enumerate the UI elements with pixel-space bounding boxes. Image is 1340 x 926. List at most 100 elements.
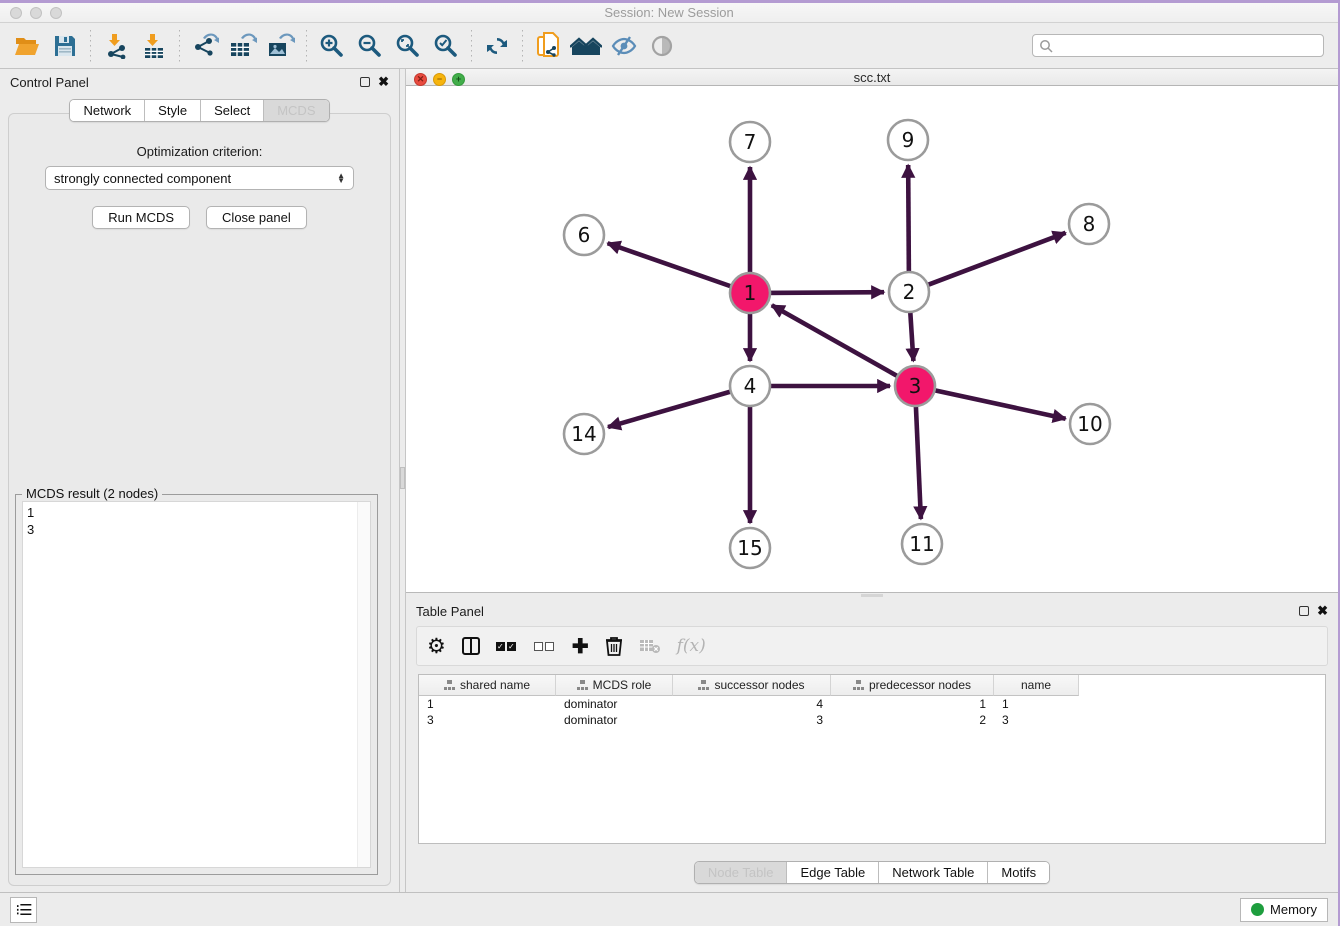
- save-session-icon[interactable]: [46, 28, 84, 64]
- graph-edge-1-6[interactable]: [608, 243, 737, 288]
- add-column-icon[interactable]: ✚: [572, 632, 589, 660]
- graph-node-label: 8: [1083, 212, 1096, 236]
- export-image-icon[interactable]: [262, 28, 300, 64]
- network-window-title: scc.txt: [854, 70, 891, 85]
- graph-node-8[interactable]: 8: [1069, 204, 1109, 244]
- graph-edge-3-1[interactable]: [772, 305, 903, 379]
- hide-selected-icon[interactable]: [605, 28, 643, 64]
- column-header-MCDS-role[interactable]: MCDS role: [556, 675, 673, 696]
- close-panel-button[interactable]: Close panel: [206, 206, 307, 229]
- graph-node-1[interactable]: 1: [730, 273, 770, 313]
- refresh-icon[interactable]: [478, 28, 516, 64]
- maximize-window-button[interactable]: [50, 7, 62, 19]
- tab-network-table[interactable]: Network Table: [879, 862, 988, 883]
- graph-edge-4-14[interactable]: [608, 390, 737, 427]
- column-header-predecessor-nodes[interactable]: predecessor nodes: [831, 675, 994, 696]
- network-close-icon[interactable]: ✕: [414, 73, 427, 86]
- export-network-icon[interactable]: [186, 28, 224, 64]
- settings-gear-icon[interactable]: ⚙: [427, 632, 446, 660]
- titlebar: Session: New Session: [0, 3, 1338, 23]
- graph-edge-2-8[interactable]: [922, 233, 1066, 287]
- search-field[interactable]: [1032, 34, 1324, 57]
- vertical-splitter[interactable]: [399, 69, 406, 892]
- toolbar-separator: [90, 30, 91, 62]
- table-row[interactable]: 1dominator411: [419, 696, 1325, 712]
- float-panel-icon[interactable]: [1299, 606, 1309, 616]
- graph-edge-2-3[interactable]: [910, 306, 914, 361]
- close-window-button[interactable]: [10, 7, 22, 19]
- search-input[interactable]: [1053, 39, 1317, 53]
- graph-node-label: 15: [737, 536, 762, 560]
- graph-node-14[interactable]: 14: [564, 414, 604, 454]
- network-minimize-icon[interactable]: −: [433, 73, 446, 86]
- table-cell: 3: [419, 712, 556, 728]
- graph-node-7[interactable]: 7: [730, 122, 770, 162]
- deselect-all-icon[interactable]: [534, 632, 556, 660]
- tab-mcds[interactable]: MCDS: [264, 100, 328, 121]
- tab-style[interactable]: Style: [145, 100, 201, 121]
- column-header-successor-nodes[interactable]: successor nodes: [673, 675, 831, 696]
- graph-node-label: 7: [744, 130, 757, 154]
- close-panel-icon[interactable]: ✖: [378, 77, 389, 87]
- graph-edge-1-2[interactable]: [764, 292, 884, 293]
- graph-node-2[interactable]: 2: [889, 272, 929, 312]
- table-cell: 2: [831, 712, 994, 728]
- list-icon: ⁝☰: [15, 901, 31, 919]
- splitter-grip[interactable]: [400, 467, 405, 489]
- result-scrollbar[interactable]: [357, 502, 370, 867]
- control-panel-tabs: NetworkStyleSelectMCDS: [69, 99, 329, 122]
- network-canvas[interactable]: 7 9 6 8 1 2 4 3 14 10 15 11: [406, 86, 1338, 592]
- delete-column-icon[interactable]: [605, 632, 623, 660]
- float-panel-icon[interactable]: [360, 77, 370, 87]
- task-history-button[interactable]: ⁝☰: [10, 897, 37, 923]
- memory-button[interactable]: Memory: [1240, 898, 1328, 922]
- network-view-window: ✕ − + scc.txt 7 9 6 8 1 2 4 3 14 10 15 11: [406, 69, 1338, 593]
- graph-node-15[interactable]: 15: [730, 528, 770, 568]
- network-graph: 7 9 6 8 1 2 4 3 14 10 15 11: [406, 86, 1337, 587]
- tab-node-table[interactable]: Node Table: [695, 862, 788, 883]
- table-panel-tabs: Node TableEdge TableNetwork TableMotifs: [694, 861, 1050, 884]
- graph-edge-3-11[interactable]: [916, 400, 921, 519]
- horizontal-splitter[interactable]: [406, 593, 1338, 598]
- graph-node-4[interactable]: 4: [730, 366, 770, 406]
- zoom-selected-icon[interactable]: [427, 28, 465, 64]
- table-row[interactable]: 3dominator323: [419, 712, 1325, 728]
- graph-node-label: 2: [903, 280, 916, 304]
- graph-node-3[interactable]: 3: [895, 366, 935, 406]
- first-neighbors-icon[interactable]: [567, 28, 605, 64]
- import-network-icon[interactable]: [97, 28, 135, 64]
- mcds-result-list[interactable]: 13: [22, 501, 371, 868]
- minimize-window-button[interactable]: [30, 7, 42, 19]
- memory-status-icon: [1251, 903, 1264, 916]
- column-header-name[interactable]: name: [994, 675, 1079, 696]
- run-mcds-button[interactable]: Run MCDS: [92, 206, 190, 229]
- graph-node-9[interactable]: 9: [888, 120, 928, 160]
- import-table-icon[interactable]: [135, 28, 173, 64]
- tab-edge-table[interactable]: Edge Table: [787, 862, 879, 883]
- zoom-in-icon[interactable]: [313, 28, 351, 64]
- export-table-icon[interactable]: [224, 28, 262, 64]
- clone-network-icon[interactable]: [529, 28, 567, 64]
- tab-select[interactable]: Select: [201, 100, 264, 121]
- zoom-out-icon[interactable]: [351, 28, 389, 64]
- result-line: 1: [27, 504, 366, 521]
- graph-node-label: 11: [909, 532, 934, 556]
- table-cell: dominator: [556, 712, 673, 728]
- tab-motifs[interactable]: Motifs: [988, 862, 1049, 883]
- tab-network[interactable]: Network: [70, 100, 145, 121]
- graph-node-10[interactable]: 10: [1070, 404, 1110, 444]
- optimization-criterion-select[interactable]: strongly connected component ▲▼: [45, 166, 354, 190]
- graph-node-6[interactable]: 6: [564, 215, 604, 255]
- open-session-icon[interactable]: [8, 28, 46, 64]
- network-maximize-icon[interactable]: +: [452, 73, 465, 86]
- splitter-grip[interactable]: [861, 594, 883, 597]
- table-cell: 3: [994, 712, 1079, 728]
- graph-edge-2-9[interactable]: [908, 165, 909, 278]
- split-panel-icon[interactable]: [462, 632, 480, 660]
- column-header-shared-name[interactable]: shared name: [419, 675, 556, 696]
- graph-edge-3-10[interactable]: [929, 389, 1066, 419]
- select-all-icon[interactable]: ✓✓: [496, 632, 518, 660]
- close-panel-icon[interactable]: ✖: [1317, 606, 1328, 616]
- graph-node-11[interactable]: 11: [902, 524, 942, 564]
- zoom-fit-icon[interactable]: [389, 28, 427, 64]
